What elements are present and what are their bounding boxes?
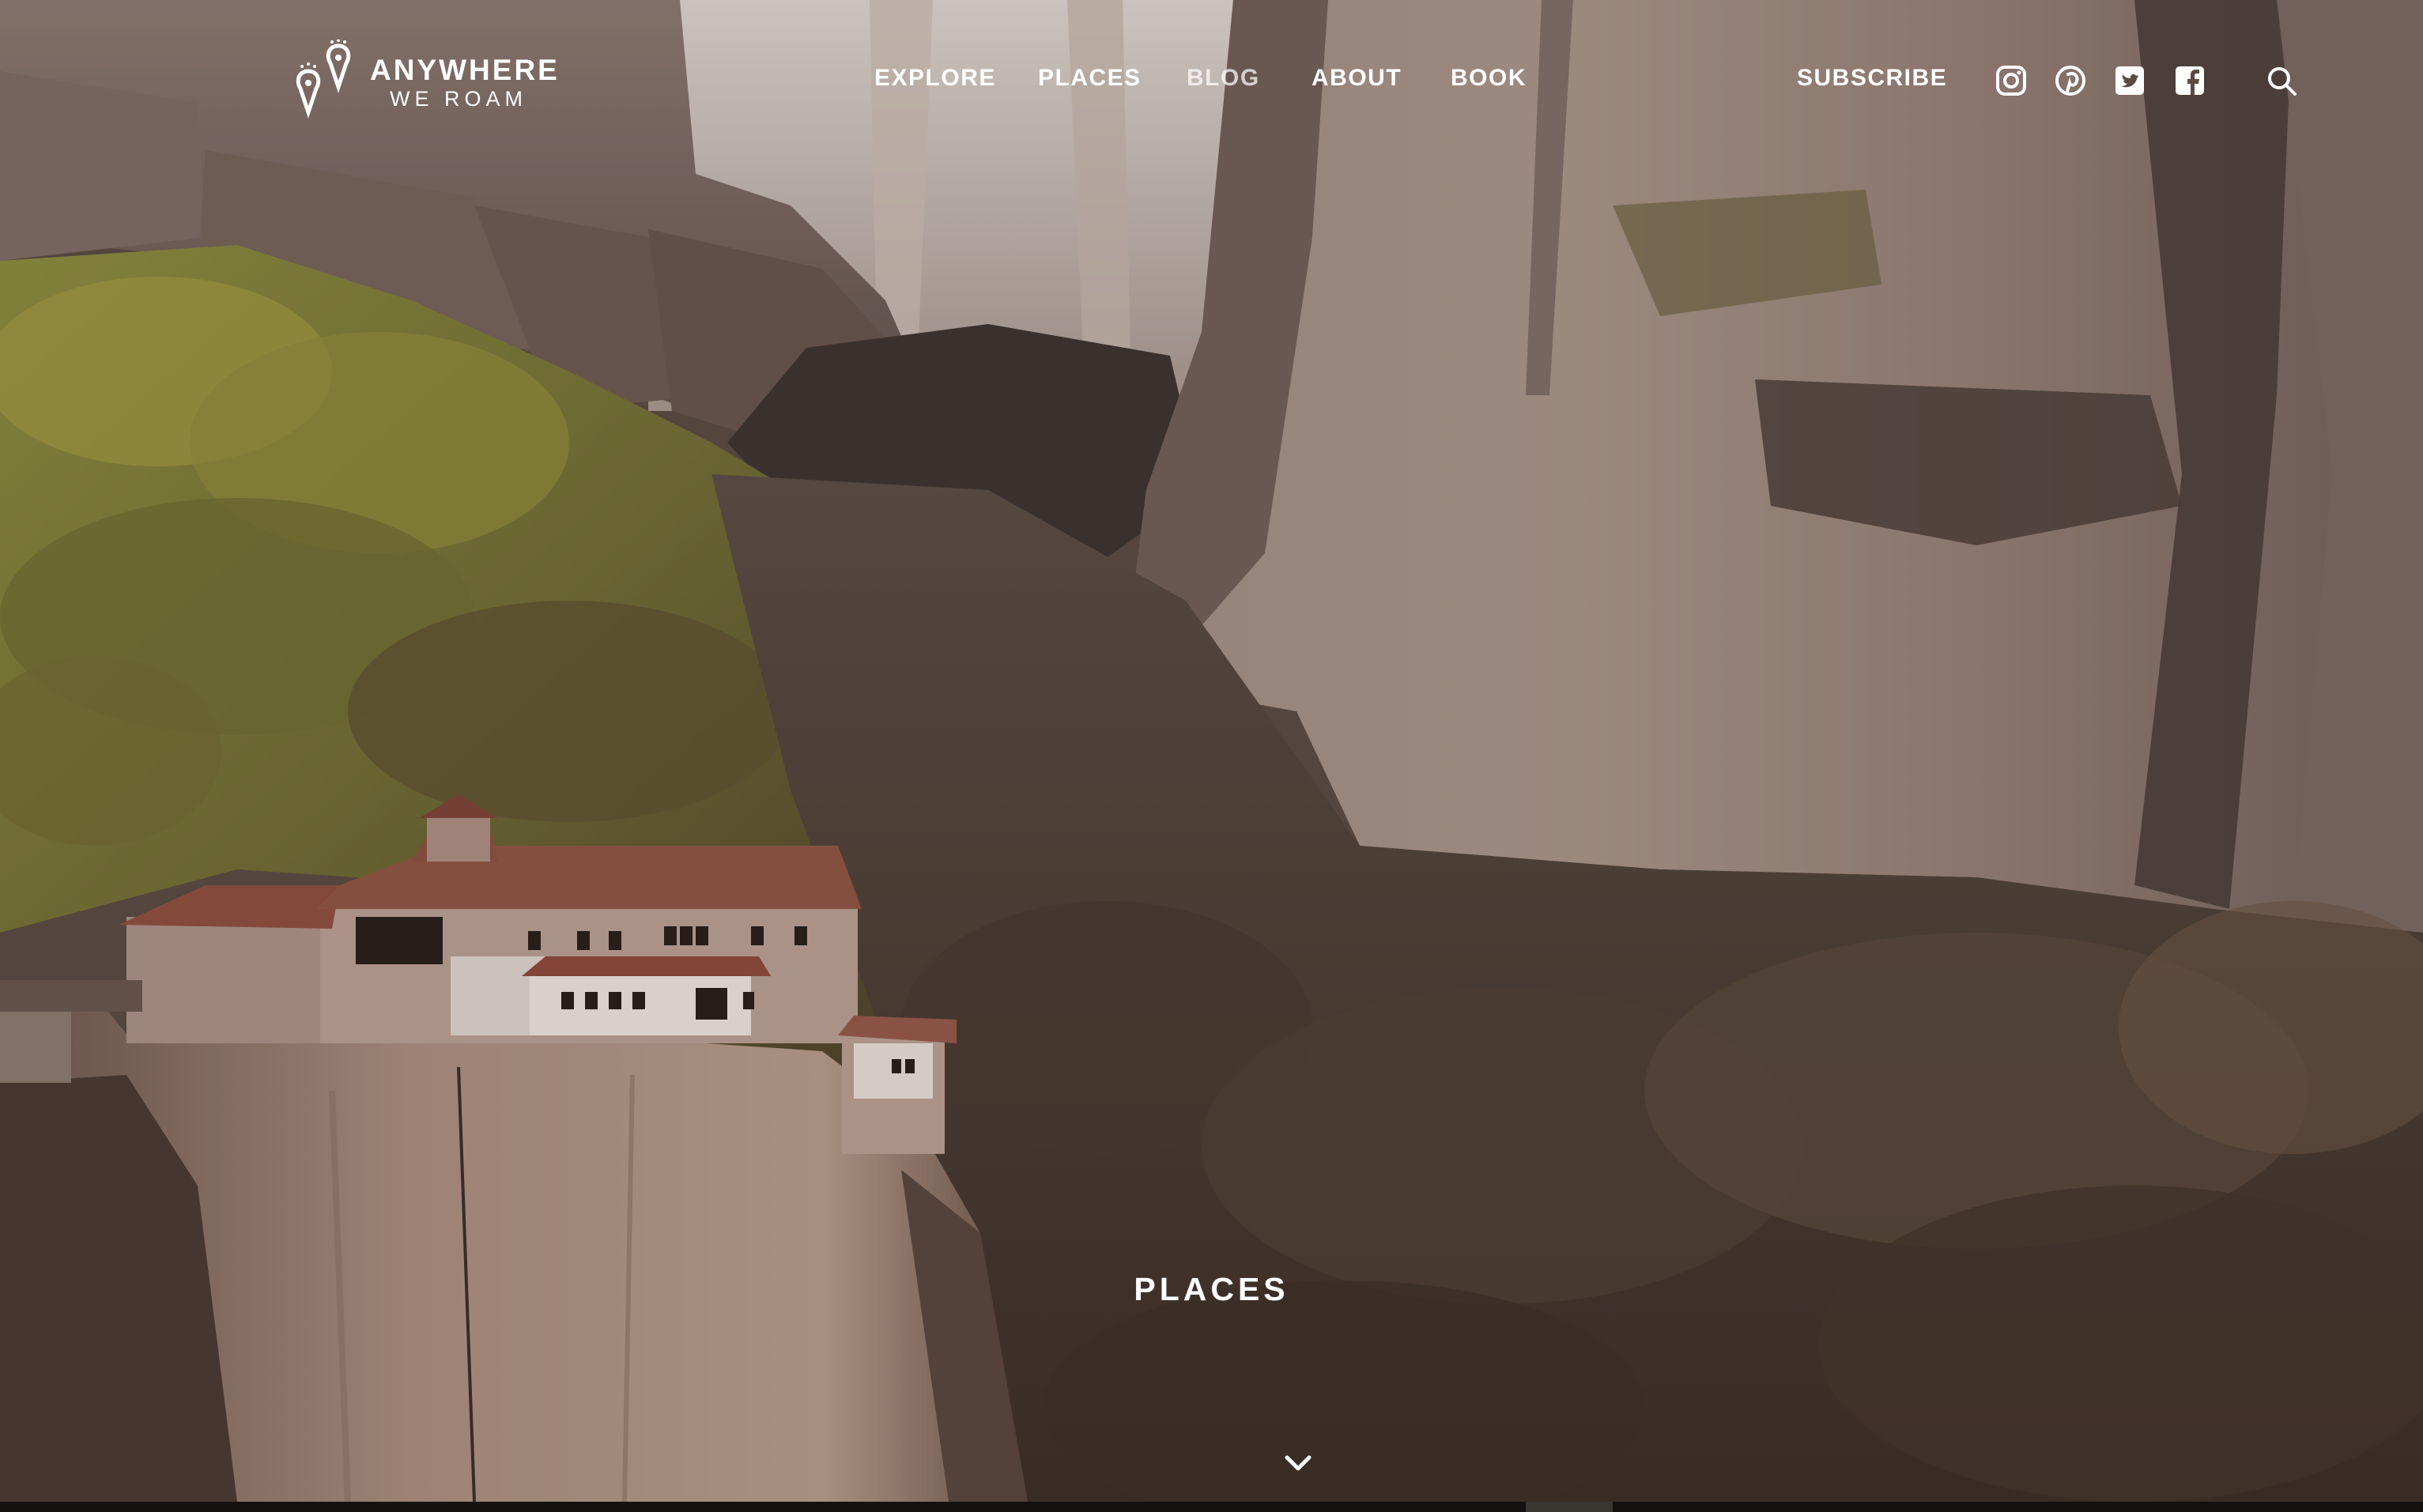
twitter-icon[interactable] [2114,65,2146,96]
nav-subscribe[interactable]: SUBSCRIBE [1797,65,1947,92]
nav-about[interactable]: ABOUT [1312,65,1402,92]
logo-brand-text: ANYWHERE [370,54,560,86]
nav-blog[interactable]: BLOG [1187,65,1260,92]
hero-section: ANYWHERE WE ROAM EXPLORE PLACES BLOG ABO… [0,0,2423,1502]
scrollbar-thumb[interactable] [1526,1502,1613,1512]
pinterest-icon[interactable] [2055,65,2086,96]
nav-explore[interactable]: EXPLORE [874,65,996,92]
nav-book[interactable]: BOOK [1451,65,1527,92]
site-logo[interactable]: ANYWHERE WE ROAM [291,38,560,122]
bottom-scrollbar [0,1502,2423,1512]
logo-pin-icon [296,40,351,119]
logo-tagline: WE ROAM [390,87,527,111]
search-icon[interactable] [2266,65,2297,96]
facebook-icon[interactable] [2174,65,2206,96]
instagram-icon[interactable] [1995,65,2027,96]
site-header: ANYWHERE WE ROAM EXPLORE PLACES BLOG ABO… [0,0,2423,166]
hero-title: PLACES [1134,1271,1289,1307]
nav-places[interactable]: PLACES [1038,65,1142,92]
chevron-down-icon[interactable] [1282,1451,1314,1473]
